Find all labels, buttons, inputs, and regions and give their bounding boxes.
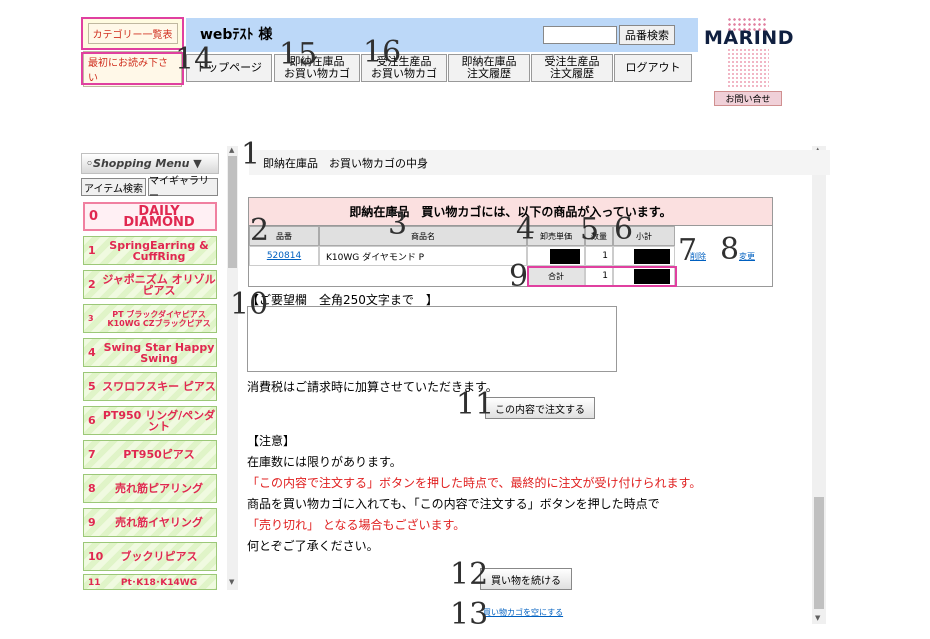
category-label: Swing Star Happy Swing (103, 340, 215, 365)
notice-line: 商品を買い物カゴに入れても、「この内容で注文する」ボタンを押した時点で (247, 497, 660, 511)
category-item-5[interactable]: 5 スワロフスキー ピアス (83, 372, 217, 401)
category-item-11[interactable]: 11 Pt･K18･K14WG (83, 574, 217, 590)
annotation-box-category (81, 17, 184, 50)
logo-pattern (727, 48, 769, 88)
category-label: スワロフスキー ピアス (102, 380, 216, 393)
category-label: ジャポニズム オリゾルピアス (102, 272, 216, 297)
category-item-7[interactable]: 7 PT950ピアス (83, 440, 217, 469)
annotation-number: 9 (509, 259, 529, 294)
category-item-8[interactable]: 8 売れ筋ピアリング (83, 474, 217, 503)
category-label: PT950 リング/ペンダント (102, 408, 216, 433)
scroll-up-arrow-icon[interactable]: ▲ (229, 146, 234, 154)
main-scroll-down-icon[interactable]: ▼ (815, 614, 820, 622)
unit-price-redacted (550, 248, 580, 264)
breadcrumb: 即納在庫品 お買い物カゴの中身 (249, 150, 830, 175)
category-number: 3 (88, 314, 94, 323)
category-label: ブックリピアス (120, 550, 198, 563)
annotation-number: 11 (456, 387, 495, 422)
annotation-box-read-first (81, 52, 184, 85)
annotation-number: 16 (363, 35, 402, 70)
category-number: 7 (88, 448, 96, 461)
category-number: 2 (88, 278, 96, 291)
subtotal-redacted (634, 248, 670, 264)
annotation-box-total (527, 266, 677, 287)
category-number: 10 (88, 550, 104, 563)
annotation-number: 15 (279, 37, 318, 72)
category-item-0[interactable]: 0 DAILY DIAMOND (83, 202, 217, 231)
change-link[interactable]: 変更 (739, 251, 755, 262)
annotation-number: 13 (450, 597, 489, 632)
category-number: 8 (88, 482, 96, 495)
annotation-number: 1 (241, 137, 261, 172)
main-scroll-thumb[interactable] (814, 497, 824, 609)
subtotal-cell (613, 246, 675, 266)
continue-shopping-button[interactable]: 買い物を続ける (480, 568, 572, 590)
category-label: PT950ピアス (123, 448, 195, 461)
unit-price-cell (527, 246, 585, 266)
category-item-3[interactable]: 3 PT ブラックダイヤピアス K10WG CZブラックピアス (83, 304, 217, 333)
annotation-number: 5 (580, 212, 600, 247)
annotation-number: 14 (175, 42, 214, 77)
category-label: Pt･K18･K14WG (120, 578, 198, 588)
shopping-menu-title[interactable]: ◦Shopping Menu ▼ (81, 153, 219, 174)
category-number: 9 (88, 516, 96, 529)
product-code-search-input[interactable] (543, 26, 617, 44)
product-code-link[interactable]: 520814 (249, 246, 319, 266)
contact-button[interactable]: お問い合せ (714, 91, 782, 106)
nav-tab-logout[interactable]: ログアウト (614, 54, 692, 82)
item-search-tab[interactable]: アイテム検索 (81, 178, 146, 196)
place-order-button[interactable]: この内容で注文する (485, 397, 595, 419)
sidebar-scroll-thumb[interactable] (228, 156, 237, 268)
annotation-number: 4 (516, 212, 536, 247)
notice-line: 在庫数には限りがあります。 (247, 455, 402, 469)
nav-tab-order-history[interactable]: 受注生産品 注文履歴 (531, 54, 613, 82)
product-code-search-button[interactable]: 品番検索 (619, 25, 675, 45)
product-name: K10WG ダイヤモンド P (319, 246, 527, 266)
category-item-9[interactable]: 9 売れ筋イヤリング (83, 508, 217, 537)
category-number: 1 (88, 244, 96, 257)
category-item-2[interactable]: 2 ジャポニズム オリゾルピアス (83, 270, 217, 299)
notice-line: 何とぞご了承ください。 (247, 539, 379, 553)
nav-tab-instock-history[interactable]: 即納在庫品 注文履歴 (448, 54, 530, 82)
category-number: 11 (88, 578, 101, 588)
category-label: SpringEarring & CuffRing (109, 238, 209, 263)
quantity-value: 1 (585, 246, 613, 266)
category-number: 4 (88, 346, 96, 359)
brand-logo[interactable]: MARIND (704, 27, 794, 49)
empty-cart-link[interactable]: 買い物カゴを空にする (483, 607, 563, 618)
annotation-number: 3 (388, 207, 408, 242)
column-header-name: 商品名 (319, 226, 527, 246)
scroll-down-arrow-icon[interactable]: ▼ (229, 578, 234, 586)
category-number: 5 (88, 380, 96, 393)
column-header-price: 卸売単価 (527, 226, 585, 246)
my-gallery-tab[interactable]: マイギャラリー (148, 176, 218, 202)
nav-tab-label: 注文履歴 (550, 67, 594, 80)
category-label: 売れ筋ピアリング (115, 482, 203, 495)
category-item-1[interactable]: 1 SpringEarring & CuffRing (83, 236, 217, 265)
remarks-textarea[interactable] (247, 306, 617, 372)
user-name: webﾃｽﾄ 様 (200, 27, 273, 43)
annotation-number: 7 (678, 233, 698, 268)
nav-tab-label: ログアウト (625, 61, 681, 74)
category-number: 6 (88, 414, 96, 427)
category-label: PT ブラックダイヤピアス K10WG CZブラックピアス (107, 309, 211, 328)
cart-table-title: 即納在庫品 買い物カゴには、以下の商品が入っています。 (248, 197, 773, 226)
category-label: 売れ筋イヤリング (115, 516, 203, 529)
annotation-number: 8 (720, 232, 740, 267)
category-label: DAILY DIAMOND (123, 203, 195, 230)
annotation-number: 10 (230, 287, 269, 322)
annotation-number: 2 (250, 213, 270, 248)
notice-line: 「売り切れ」 となる場合もございます。 (247, 518, 466, 532)
category-item-4[interactable]: 4 Swing Star Happy Swing (83, 338, 217, 367)
annotation-number: 6 (614, 212, 634, 247)
notice-title: 【注意】 (247, 434, 296, 448)
category-number: 0 (89, 209, 99, 224)
annotation-number: 12 (450, 557, 489, 592)
notice-line: 「この内容で注文する」ボタンを押した時点で、最終的に注文が受け付けられます。 (247, 476, 702, 490)
category-item-6[interactable]: 6 PT950 リング/ペンダント (83, 406, 217, 435)
category-item-10[interactable]: 10 ブックリピアス (83, 542, 217, 571)
nav-tab-label: 注文履歴 (467, 67, 511, 80)
